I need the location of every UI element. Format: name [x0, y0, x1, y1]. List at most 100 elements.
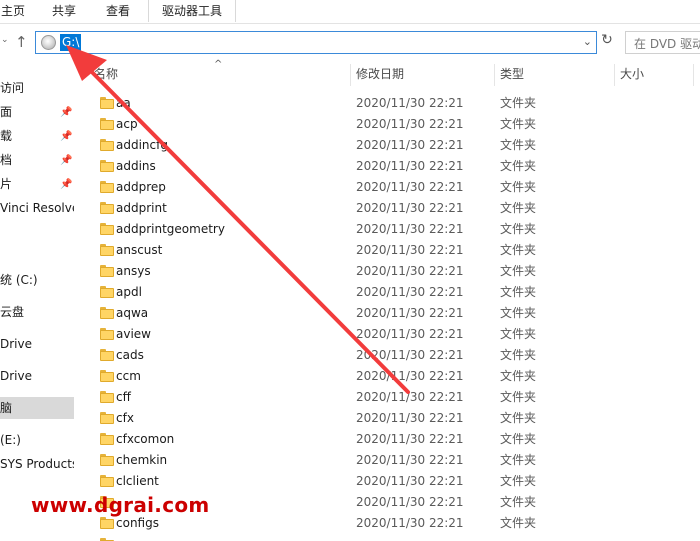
- ribbon-separator: [235, 0, 236, 22]
- file-date: 2020/11/30 22:21: [356, 159, 464, 173]
- file-list: aa 2020/11/30 22:21 文件夹 acp 2020/11/30 2…: [74, 93, 700, 541]
- folder-icon: [100, 517, 114, 529]
- chevron-down-icon[interactable]: ⌄: [583, 35, 592, 48]
- column-size[interactable]: 大小: [614, 60, 694, 88]
- folder-icon: [100, 160, 114, 172]
- list-item[interactable]: cads 2020/11/30 22:21 文件夹: [74, 345, 700, 366]
- file-name: cff: [116, 390, 131, 404]
- list-item[interactable]: chemkin 2020/11/30 22:21 文件夹: [74, 450, 700, 471]
- file-type: 文件夹: [500, 453, 537, 467]
- file-date: 2020/11/30 22:21: [356, 411, 464, 425]
- file-type: 文件夹: [500, 117, 537, 131]
- file-type: 文件夹: [500, 411, 537, 425]
- list-item[interactable]: cfx 2020/11/30 22:21 文件夹: [74, 408, 700, 429]
- folder-icon: [100, 202, 114, 214]
- column-date-modified[interactable]: 修改日期: [350, 60, 494, 88]
- address-row: ⌄ ↑ G:\ ⌄ ↻ 在 DVD 驱动: [0, 28, 700, 58]
- tab-view[interactable]: 查看: [100, 0, 136, 24]
- folder-icon: [100, 328, 114, 340]
- sidebar-item-system-c[interactable]: 统 (C:): [0, 269, 38, 291]
- pin-icon: 📌: [60, 131, 73, 142]
- sidebar-item-drive-2[interactable]: Drive: [0, 365, 32, 387]
- file-name: addprint: [116, 201, 167, 215]
- refresh-icon[interactable]: ↻: [598, 32, 616, 52]
- list-item[interactable]: aqwa 2020/11/30 22:21 文件夹: [74, 303, 700, 324]
- pin-icon: 📌: [60, 155, 73, 166]
- tab-share[interactable]: 共享: [46, 0, 82, 24]
- file-type: 文件夹: [500, 516, 537, 530]
- file-name: ccm: [116, 369, 141, 383]
- list-item[interactable]: ansys 2020/11/30 22:21 文件夹: [74, 261, 700, 282]
- file-date: 2020/11/30 22:21: [356, 180, 464, 194]
- file-type: 文件夹: [500, 348, 537, 362]
- list-item[interactable]: addins 2020/11/30 22:21 文件夹: [74, 156, 700, 177]
- sidebar-item-pictures[interactable]: 片: [0, 173, 12, 195]
- list-item[interactable]: ccm 2020/11/30 22:21 文件夹: [74, 366, 700, 387]
- file-date: 2020/11/30 22:21: [356, 96, 464, 110]
- file-date: 2020/11/30 22:21: [356, 516, 464, 530]
- list-item[interactable]: cff 2020/11/30 22:21 文件夹: [74, 387, 700, 408]
- file-date: 2020/11/30 22:21: [356, 264, 464, 278]
- file-name: aview: [116, 327, 151, 341]
- column-name[interactable]: 名称: [88, 60, 354, 88]
- list-item[interactable]: addprep 2020/11/30 22:21 文件夹: [74, 177, 700, 198]
- folder-icon: [100, 391, 114, 403]
- tab-home[interactable]: 主页: [0, 0, 26, 24]
- file-name: clclient: [116, 474, 159, 488]
- sidebar-item-davinci-resolve[interactable]: Vinci Resolve: [0, 197, 74, 219]
- pin-icon: 📌: [60, 179, 73, 190]
- recent-locations-chevron-icon[interactable]: ⌄: [1, 35, 9, 45]
- sidebar-item-desktop[interactable]: 面: [0, 101, 12, 123]
- file-name: chemkin: [116, 453, 168, 467]
- folder-icon: [100, 97, 114, 109]
- sidebar-item-ansys-products[interactable]: SYS Products: [0, 453, 74, 475]
- file-type: 文件夹: [500, 180, 537, 194]
- list-item[interactable]: [74, 534, 700, 541]
- sidebar-item-this-pc[interactable]: 脑: [0, 397, 74, 419]
- list-item[interactable]: aview 2020/11/30 22:21 文件夹: [74, 324, 700, 345]
- file-type: 文件夹: [500, 306, 537, 320]
- file-type: 文件夹: [500, 432, 537, 446]
- list-item[interactable]: apdl 2020/11/30 22:21 文件夹: [74, 282, 700, 303]
- column-divider[interactable]: [693, 64, 694, 86]
- file-type: 文件夹: [500, 264, 537, 278]
- list-item[interactable]: acp 2020/11/30 22:21 文件夹: [74, 114, 700, 135]
- file-type: 文件夹: [500, 495, 537, 509]
- list-item[interactable]: clclient 2020/11/30 22:21 文件夹: [74, 471, 700, 492]
- list-item[interactable]: aa 2020/11/30 22:21 文件夹: [74, 93, 700, 114]
- sidebar-item-documents[interactable]: 档: [0, 149, 12, 171]
- navigation-pane: 访问 面 📌 载 📌 档 📌 片 📌 Vinci Resolve 统 (C:) …: [0, 60, 74, 541]
- list-item[interactable]: addincfg 2020/11/30 22:21 文件夹: [74, 135, 700, 156]
- folder-icon: [100, 286, 114, 298]
- up-arrow-icon[interactable]: ↑: [15, 33, 28, 51]
- list-item[interactable]: anscust 2020/11/30 22:21 文件夹: [74, 240, 700, 261]
- file-name: cads: [116, 348, 144, 362]
- tab-drive-tools[interactable]: 驱动器工具: [155, 0, 229, 24]
- file-type: 文件夹: [500, 369, 537, 383]
- sidebar-item-downloads[interactable]: 载: [0, 125, 12, 147]
- sidebar-item-drive-e[interactable]: (E:): [0, 429, 21, 451]
- column-type[interactable]: 类型: [494, 60, 614, 88]
- file-date: 2020/11/30 22:21: [356, 327, 464, 341]
- watermark-text: www.dgrai.com: [31, 493, 210, 517]
- sidebar-item-quick-access[interactable]: 访问: [0, 77, 24, 99]
- sidebar-item-drive-1[interactable]: Drive: [0, 333, 32, 355]
- list-item[interactable]: cfxcomon 2020/11/30 22:21 文件夹: [74, 429, 700, 450]
- sidebar-item-cloud-disk[interactable]: 云盘: [0, 301, 24, 323]
- folder-icon: [100, 454, 114, 466]
- address-path[interactable]: G:\: [60, 34, 82, 51]
- file-type: 文件夹: [500, 243, 537, 257]
- list-item[interactable]: addprint 2020/11/30 22:21 文件夹: [74, 198, 700, 219]
- list-item[interactable]: addprintgeometry 2020/11/30 22:21 文件夹: [74, 219, 700, 240]
- file-date: 2020/11/30 22:21: [356, 432, 464, 446]
- folder-icon: [100, 307, 114, 319]
- folder-icon: [100, 139, 114, 151]
- search-input[interactable]: 在 DVD 驱动: [625, 31, 700, 54]
- file-date: 2020/11/30 22:21: [356, 138, 464, 152]
- pin-icon: 📌: [60, 107, 73, 118]
- ribbon-tabs: 主页 共享 查看 驱动器工具: [0, 0, 700, 24]
- file-name: anscust: [116, 243, 163, 257]
- file-date: 2020/11/30 22:21: [356, 285, 464, 299]
- address-bar[interactable]: G:\ ⌄: [35, 31, 597, 54]
- file-date: 2020/11/30 22:21: [356, 222, 464, 236]
